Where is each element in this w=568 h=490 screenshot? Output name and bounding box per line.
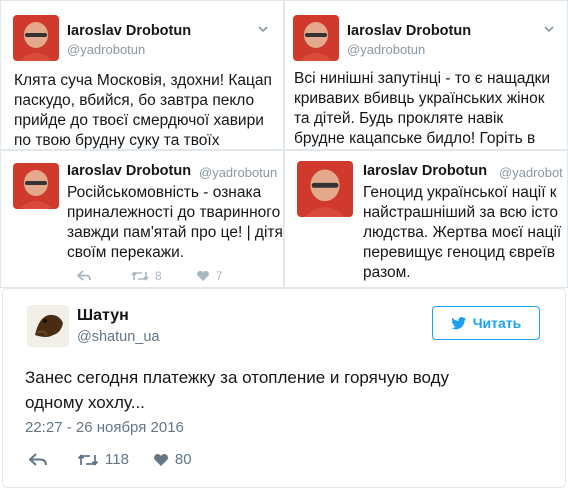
follow-button-label: Читать (472, 315, 522, 331)
retweet-count: 8 (155, 269, 162, 283)
tweet-line: перевищує геноцид євреїв (363, 244, 555, 261)
avatar[interactable] (13, 163, 59, 209)
avatar[interactable] (27, 305, 69, 347)
avatar[interactable] (293, 15, 339, 61)
avatar[interactable] (297, 161, 353, 217)
tweet-line: Геноцид української нації к (363, 184, 557, 201)
author-handle[interactable]: @yadrobot (499, 165, 563, 180)
author-name[interactable]: Шатун (77, 307, 129, 325)
retweet-count: 118 (105, 451, 129, 468)
author-name[interactable]: Iaroslav Drobotun (67, 23, 191, 39)
author-handle[interactable]: @yadrobotun (67, 42, 145, 57)
tweet-line: прийде до твоєї смердючої хавири (14, 112, 264, 129)
tweet-line: кривавих вбивць українських жінок (294, 90, 545, 107)
tweet-card-b: Iaroslav Drobotun @yadrobotun Всі нинішн… (284, 0, 568, 150)
author-handle[interactable]: @yadrobotun (199, 165, 277, 180)
tweet-card-c: Iaroslav Drobotun @yadrobotun Російськом… (0, 150, 284, 288)
tweet-line: своїм перекажи. (67, 244, 185, 261)
retweet-button[interactable]: 118 (77, 451, 129, 468)
like-button[interactable]: 80 (153, 451, 192, 468)
reply-icon (77, 270, 91, 281)
tweet-line: людства. Жертва моєї нації (363, 224, 562, 241)
tweet-line: паскудо, вбийся, бо завтра пекло (14, 92, 255, 109)
like-count: 80 (174, 451, 192, 468)
heart-icon (196, 270, 209, 281)
tweet-card-d: Iaroslav Drobotun @yadrobot Геноцид укра… (284, 150, 568, 288)
heart-icon (153, 453, 168, 466)
retweet-icon (131, 271, 149, 281)
author-handle[interactable]: @shatun_ua (77, 329, 159, 345)
tweet-line: Занес сегодня платежку за отопление и го… (25, 368, 450, 387)
tweet-actions: 118 80 (29, 451, 216, 468)
author-name[interactable]: Iaroslav Drobotun (363, 163, 487, 179)
tweet-line: та дітей. Будь прокляте навік (294, 110, 504, 127)
tweet-line: Клята суча Московія, здохни! Кацап (14, 72, 272, 89)
like-count: 7 (215, 269, 223, 283)
tweet-line: брудне кацапське бидло! Горіть в (294, 130, 536, 147)
reply-button[interactable] (77, 270, 97, 282)
reply-icon (29, 452, 47, 466)
tweet-line: приналежності до тваринного (67, 204, 281, 221)
tweet-line: одному хохлу... (25, 393, 145, 412)
tweet-line: разом. (363, 264, 411, 281)
twitter-bird-icon (450, 316, 466, 329)
tweet-card-a: Iaroslav Drobotun @yadrobotun Клята суча… (0, 0, 284, 150)
tweet-line: завжди пам'ятай про це! | дітя (67, 224, 283, 241)
tweet-line: по твою брудну суку та твоїх (14, 132, 220, 149)
reply-button[interactable] (29, 452, 53, 467)
tweet-line: Всі нинішні запутінці - то є нащадки (294, 70, 550, 87)
tweet-line: Російськомовність - ознака (67, 184, 262, 201)
tweet-actions: 8 7 (77, 269, 256, 283)
follow-button[interactable]: Читать (432, 306, 540, 340)
like-button[interactable]: 7 (196, 269, 223, 283)
retweet-icon (77, 453, 99, 466)
chevron-down-icon[interactable] (257, 23, 269, 35)
author-name[interactable]: Iaroslav Drobotun (67, 163, 191, 179)
chevron-down-icon[interactable] (543, 23, 555, 35)
author-handle[interactable]: @yadrobotun (347, 42, 425, 57)
tweet-timestamp[interactable]: 22:27 - 26 ноября 2016 (25, 419, 184, 436)
avatar[interactable] (13, 15, 59, 61)
retweet-button[interactable]: 8 (131, 269, 162, 283)
author-name[interactable]: Iaroslav Drobotun (347, 23, 471, 39)
tweet-line: найстрашніший за всю істо (363, 204, 558, 221)
